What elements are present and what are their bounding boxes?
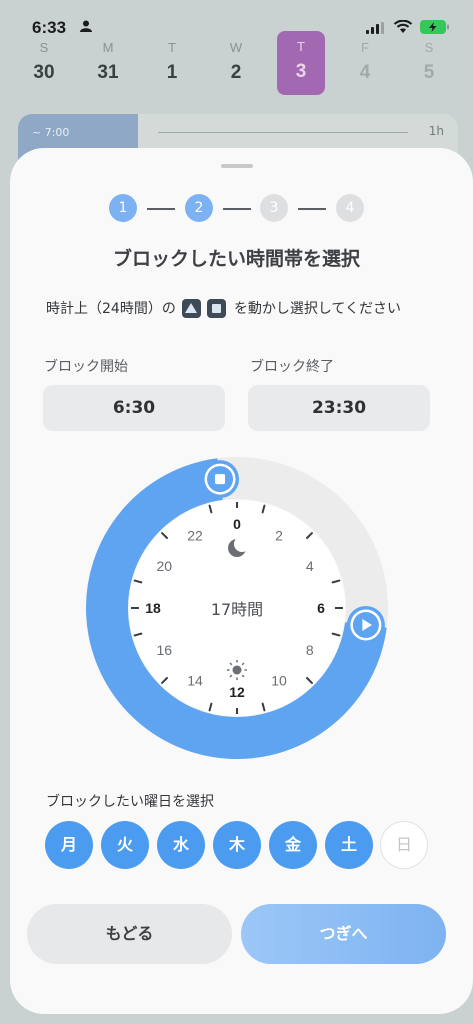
start-time-handle[interactable]	[346, 605, 385, 644]
clock-hour-label: 14	[187, 673, 203, 689]
day-of-week: M	[102, 40, 114, 55]
instruction-suffix: を動かし選択してください	[233, 301, 401, 317]
step-connector	[223, 208, 251, 210]
status-time: 6:33	[32, 18, 67, 37]
status-bar: 6:33	[0, 0, 473, 37]
page-title: ブロックしたい時間帯を選択	[112, 248, 360, 270]
step-indicator-4: 4	[336, 194, 364, 222]
clock-hour-label: 22	[187, 527, 203, 543]
day-number: 1	[166, 62, 178, 83]
day-of-week: F	[361, 40, 369, 55]
schedule-duration: 1h	[428, 124, 444, 138]
weekday-button-fri[interactable]: 金	[269, 821, 317, 869]
battery-charging-icon	[420, 20, 449, 34]
weekday-button-mon[interactable]: 月	[45, 821, 93, 869]
day-of-week: T	[297, 39, 305, 54]
day-cell[interactable]: M 31	[84, 36, 132, 94]
day-number: 5	[423, 62, 435, 83]
block-start-label: ブロック開始	[44, 359, 128, 375]
divider	[158, 132, 408, 133]
day-cell[interactable]: S 5	[405, 36, 453, 94]
weekday-button-wed[interactable]: 水	[157, 821, 205, 869]
day-number: 31	[97, 62, 119, 83]
end-time-handle[interactable]	[201, 460, 240, 499]
step-indicator-2: 2	[185, 194, 213, 222]
clock-hour-label: 4	[306, 558, 314, 574]
day-number: 3	[295, 61, 307, 82]
step-indicator-1: 1	[109, 194, 137, 222]
clock-dial[interactable]: 0 2 4 6 8 10 12 14 16 18 20 22 17時間	[86, 457, 388, 759]
clock-hour-label: 20	[156, 558, 172, 574]
day-of-week: T	[168, 40, 176, 55]
day-number: 4	[359, 62, 371, 83]
back-button[interactable]: もどる	[27, 904, 232, 964]
day-of-week: S	[424, 40, 434, 55]
start-handle-icon	[181, 298, 201, 318]
day-cell[interactable]: W 2	[212, 36, 260, 94]
stop-icon	[215, 474, 226, 485]
day-of-week: W	[229, 40, 243, 55]
clock-hour-label: 0	[233, 516, 241, 532]
signal-icon	[366, 22, 384, 34]
day-number: 30	[33, 62, 55, 83]
clock-hour-label: 16	[156, 642, 172, 658]
next-button[interactable]: つぎへ	[241, 904, 446, 964]
clock-hour-label: 18	[145, 600, 161, 616]
day-cell[interactable]: S 30	[20, 36, 68, 94]
clock-hour-label: 10	[271, 673, 287, 689]
day-cell[interactable]: F 4	[341, 36, 389, 94]
weekday-section-label: ブロックしたい曜日を選択	[46, 794, 214, 810]
weekday-button-tue[interactable]: 火	[101, 821, 149, 869]
block-start-time[interactable]: 6:30	[43, 385, 225, 431]
sheet-grabber[interactable]	[221, 164, 253, 168]
day-number: 2	[230, 62, 242, 83]
weekday-button-thu[interactable]: 木	[213, 821, 261, 869]
block-end-time[interactable]: 23:30	[248, 385, 430, 431]
duration-label: 17時間	[211, 600, 263, 619]
person-icon	[80, 20, 92, 32]
instruction-text: 時計上（24時間）の を動かし選択してください	[46, 298, 401, 318]
step-connector	[147, 208, 175, 210]
clock-hour-label: 6	[317, 600, 325, 616]
day-cell-selected[interactable]: T 3	[277, 31, 325, 95]
instruction-prefix: 時計上（24時間）の	[46, 301, 176, 317]
clock-hour-label: 2	[275, 527, 283, 543]
weekday-button-sun[interactable]: 日	[380, 821, 428, 869]
block-end-label: ブロック終了	[250, 359, 334, 375]
wifi-icon	[393, 20, 413, 33]
week-strip: S 30 M 31 T 1 W 2 T 3 F 4 S 5	[0, 31, 473, 96]
step-indicator-3: 3	[260, 194, 288, 222]
end-handle-icon	[206, 298, 226, 318]
clock-hour-label: 8	[306, 642, 314, 658]
weekday-button-sat[interactable]: 土	[325, 821, 373, 869]
schedule-time: ~ 7:00	[32, 126, 70, 139]
clock-hour-label: 12	[229, 684, 245, 700]
step-connector	[298, 208, 326, 210]
day-of-week: S	[39, 40, 49, 55]
day-cell[interactable]: T 1	[148, 36, 196, 94]
